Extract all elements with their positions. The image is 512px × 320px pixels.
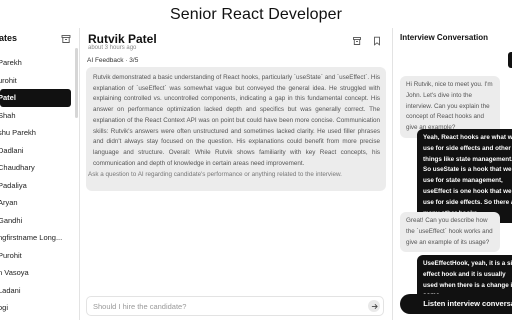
candidate-list-item-label: n Vasoya <box>0 268 29 277</box>
candidate-list-item-label: Padaliya <box>0 180 27 190</box>
trash-icon[interactable] <box>352 36 362 46</box>
feedback-label: AI Feedback · 3/5 <box>87 57 139 64</box>
candidate-detail: Rutvik Patel about 3 hours ago AI Feedba… <box>80 28 392 320</box>
candidate-list-item-label: Dadlani <box>0 145 24 155</box>
conversation-title: Interview Conversation <box>400 33 489 42</box>
candidate-list-item[interactable]: ngfirstname Long... <box>0 229 71 247</box>
scrollbar[interactable] <box>75 48 78 118</box>
candidate-list-item-label: Purohit <box>0 250 22 260</box>
candidate-sidebar: ates Parekh urohit Patel Shah shu Parekh Dadl… <box>0 28 80 320</box>
sidebar-header: ates <box>0 33 79 47</box>
ai-message: Great! Can you describe how the `useEffe… <box>400 212 500 253</box>
candidate-list-item-label: Shah <box>0 110 16 120</box>
candidate-list-item-label: Gandhi <box>0 215 23 225</box>
candidate-list-item[interactable]: Gandhi <box>0 212 71 230</box>
candidate-list-item[interactable]: ogi <box>0 299 71 317</box>
candidate-list-item[interactable]: Padaliya <box>0 177 71 195</box>
candidate-list-item-label: Ladani <box>0 285 21 295</box>
candidate-list-item[interactable]: shu Parekh <box>0 124 71 142</box>
candidate-list-item-label: urohit <box>0 75 17 85</box>
bookmark-icon[interactable] <box>372 36 382 46</box>
candidate-list: Parekh urohit Patel Shah shu Parekh Dadlani Ch… <box>0 54 79 317</box>
candidate-message: Yeah, React hooks are what we use for si… <box>417 129 512 224</box>
candidate-list-item[interactable]: Chaudhary <box>0 159 71 177</box>
conversation-action-button[interactable] <box>508 52 512 68</box>
candidate-list-item[interactable]: Aryan <box>0 194 71 212</box>
send-button[interactable] <box>368 300 380 312</box>
candidate-list-item[interactable]: Dadlani <box>0 142 71 160</box>
ask-hint: Ask a question to AI regarding candidate… <box>88 171 342 178</box>
candidate-list-item-label: Parekh <box>0 58 22 67</box>
listen-button-label: Listen interview conversation <box>423 299 512 308</box>
archive-icon[interactable] <box>61 34 71 44</box>
candidate-list-item-label: Chaudhary <box>0 163 35 172</box>
candidate-list-item[interactable]: Ladani <box>0 282 71 300</box>
question-input[interactable] <box>86 296 384 316</box>
page-title: Senior React Developer <box>169 6 343 23</box>
candidate-name: Rutvik Patel <box>88 32 157 46</box>
candidate-list-item-label: Aryan <box>0 198 18 207</box>
listen-conversation-button[interactable]: Listen interview conversation <box>400 294 512 314</box>
candidate-list-item-label: ngfirstname Long... <box>0 233 63 242</box>
candidate-list-item-label: ogi <box>0 303 9 312</box>
candidate-list-item[interactable]: Patel <box>0 89 71 107</box>
candidate-list-item[interactable]: Parekh <box>0 54 71 72</box>
candidate-timestamp: about 3 hours ago <box>88 45 137 51</box>
candidate-list-item-label: shu Parekh <box>0 128 36 137</box>
candidate-list-item[interactable]: n Vasoya <box>0 264 71 282</box>
candidate-list-item[interactable]: urohit <box>0 72 71 90</box>
candidate-actions <box>350 36 390 48</box>
send-icon <box>371 303 378 309</box>
sidebar-title: ates <box>0 33 18 43</box>
candidate-list-item-label: Patel <box>0 93 16 102</box>
conversation-panel: Interview Conversation Hi Rutvik, nice t… <box>392 28 512 320</box>
candidate-list-item[interactable]: Purohit <box>0 247 71 265</box>
candidate-list-item[interactable]: Shah <box>0 107 71 125</box>
